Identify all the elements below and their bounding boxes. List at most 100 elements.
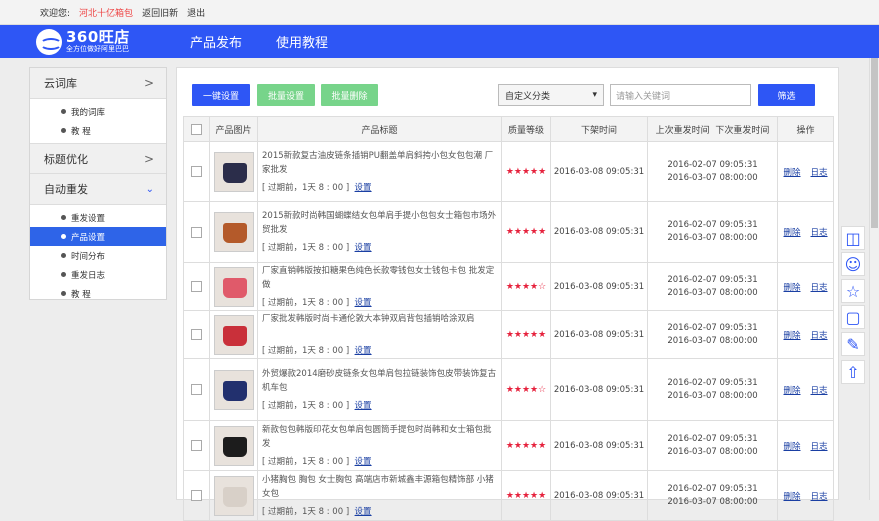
product-image[interactable] — [213, 212, 254, 252]
category-select[interactable]: 自定义分类 ▾ — [498, 84, 604, 106]
search-input[interactable]: 请输入关键词 — [610, 84, 751, 106]
log-link[interactable]: 日志 — [811, 228, 828, 238]
setting-link[interactable]: 设置 — [355, 457, 372, 467]
sidebar-item-repost-settings[interactable]: 重发设置 — [30, 208, 166, 227]
row-checkbox[interactable] — [191, 226, 202, 238]
delete-link[interactable]: 删除 — [784, 492, 801, 502]
top-icon[interactable]: ⇧ — [841, 360, 865, 384]
setting-link[interactable]: 设置 — [355, 298, 372, 308]
product-title[interactable]: 2015新款时尚韩国蝴蝶结女包单肩手提小包包女士箱包市场外贸批发 — [262, 209, 497, 237]
product-image[interactable] — [213, 314, 254, 355]
col-next: 下次重发时间 — [715, 125, 770, 136]
sidebar-section-auto-repost[interactable]: 自动重发 ⌄ — [30, 174, 166, 205]
quality-stars: ★★★★★ — [501, 201, 551, 263]
delete-link[interactable]: 删除 — [784, 168, 801, 178]
bag-shape — [222, 223, 247, 243]
table-row: 小猪胸包 胸包 女士胸包 高端店市新城鑫丰源箱包精饰部 小猪女包 [ 过期前，1天… — [183, 470, 835, 521]
product-title[interactable]: 外贸爆款2014磨砂皮链条女包单肩包拉链装饰包皮带装饰复古机车包 — [262, 367, 497, 395]
product-image[interactable] — [213, 475, 254, 516]
expire-info: [ 过期前，1天 8 : 00 ] — [262, 456, 350, 467]
product-title[interactable]: 新款包包韩版印花女包单肩包圆筒手提包时尚韩和女士箱包批发 — [262, 423, 497, 451]
table-row: 新款包包韩版印花女包单肩包圆筒手提包时尚韩和女士箱包批发 [ 过期前，1天 8 :… — [183, 420, 835, 471]
select-all-checkbox[interactable] — [191, 123, 202, 135]
quality-stars: ★★★★★ — [501, 420, 551, 471]
log-link[interactable]: 日志 — [811, 386, 828, 396]
bag-shape — [222, 380, 247, 401]
user-link[interactable]: 河北十亿箱包 — [79, 6, 133, 19]
offline-time: 2016-03-08 09:05:31 — [550, 201, 648, 263]
sidebar-item-my-words[interactable]: 我的词库 — [30, 102, 166, 121]
table-row: 2015新款时尚韩国蝴蝶结女包单肩手提小包包女士箱包市场外贸批发 [ 过期前，1天… — [183, 201, 835, 263]
chat-icon[interactable]: ◫ — [841, 226, 865, 250]
product-title[interactable]: 小猪胸包 胸包 女士胸包 高端店市新城鑫丰源箱包精饰部 小猪女包 — [262, 473, 497, 501]
log-link[interactable]: 日志 — [811, 442, 828, 452]
pen-icon[interactable]: ✎ — [841, 332, 865, 356]
filter-button[interactable]: 筛选 — [758, 84, 815, 106]
header: 360旺店 全方位做好阿里巴巴 产品发布 使用教程 — [0, 25, 879, 58]
logout-link[interactable]: 退出 — [187, 6, 205, 19]
smiley-icon[interactable]: ☺ — [841, 252, 865, 276]
col-ops: 操作 — [777, 116, 835, 142]
offline-time: 2016-03-08 09:05:31 — [550, 310, 648, 359]
delete-link[interactable]: 删除 — [784, 283, 801, 293]
page-scrollbar[interactable] — [869, 58, 879, 500]
setting-link[interactable]: 设置 — [355, 183, 372, 193]
expire-info: [ 过期前，1天 8 : 00 ] — [262, 345, 350, 356]
setting-link[interactable]: 设置 — [355, 243, 372, 253]
last-repost-time: 2016-02-07 09:05:31 — [667, 483, 758, 494]
row-checkbox[interactable] — [191, 281, 202, 292]
product-title[interactable]: 2015新款复古油皮链条插销PU翻盖单肩斜挎小包女包包潮 厂家批发 — [262, 149, 497, 177]
expire-info: [ 过期前，1天 8 : 00 ] — [262, 506, 350, 517]
col-last: 上次重发时间 — [655, 125, 710, 136]
sidebar-section-cloud-words[interactable]: 云词库 > — [30, 68, 166, 99]
bag-shape — [222, 486, 247, 507]
row-checkbox[interactable] — [191, 384, 202, 395]
sidebar-item-tutorial[interactable]: 教 程 — [30, 121, 166, 140]
caret-down-icon: ▾ — [592, 90, 597, 100]
row-checkbox[interactable] — [191, 166, 202, 177]
row-checkbox[interactable] — [191, 490, 202, 501]
product-image[interactable] — [213, 369, 254, 410]
log-link[interactable]: 日志 — [811, 168, 828, 178]
back-link[interactable]: 返回旧新 — [142, 6, 178, 19]
delete-link[interactable]: 删除 — [784, 386, 801, 396]
log-link[interactable]: 日志 — [811, 331, 828, 341]
nav-product-publish[interactable]: 产品发布 — [190, 32, 242, 51]
sidebar-item-product-settings[interactable]: 产品设置 — [30, 227, 166, 246]
next-repost-time: 2016-03-07 08:00:00 — [667, 446, 758, 457]
product-image[interactable] — [213, 266, 254, 307]
delete-link[interactable]: 删除 — [784, 228, 801, 238]
product-image[interactable] — [213, 425, 254, 466]
setting-link[interactable]: 设置 — [355, 401, 372, 411]
delete-link[interactable]: 删除 — [784, 442, 801, 452]
sidebar-item-time-distribution[interactable]: 时间分布 — [30, 246, 166, 265]
sidebar-item-tutorial-2[interactable]: 教 程 — [30, 284, 166, 303]
last-repost-time: 2016-02-07 09:05:31 — [667, 377, 758, 388]
nav-tutorial[interactable]: 使用教程 — [276, 32, 328, 51]
sidebar-section-title-optimize[interactable]: 标题优化 > — [30, 143, 166, 174]
star-icon[interactable]: ☆ — [841, 279, 865, 303]
setting-link[interactable]: 设置 — [355, 346, 372, 356]
product-title[interactable]: 厂家批发韩版时尚卡通伦敦大本钟双肩背包插销哈涂双肩 — [262, 312, 497, 340]
row-checkbox[interactable] — [191, 440, 202, 451]
col-title: 产品标题 — [257, 116, 502, 142]
sidebar-item-repost-log[interactable]: 重发日志 — [30, 265, 166, 284]
row-checkbox[interactable] — [191, 329, 202, 340]
product-image[interactable] — [213, 151, 254, 192]
welcome-text: 欢迎您: — [40, 8, 71, 19]
product-title[interactable]: 厂家直销韩版按扣糖果色纯色长款零钱包女士钱包卡包 批发定做 — [262, 264, 497, 292]
setting-link[interactable]: 设置 — [355, 507, 372, 517]
batch-delete-button[interactable]: 批量删除 — [321, 84, 378, 106]
log-link[interactable]: 日志 — [811, 283, 828, 293]
quality-stars: ★★★★☆ — [501, 358, 551, 421]
quality-stars: ★★★★★ — [501, 141, 551, 202]
delete-link[interactable]: 删除 — [784, 331, 801, 341]
log-link[interactable]: 日志 — [811, 492, 828, 502]
logo-sub: 全方位做好阿里巴巴 — [66, 45, 129, 53]
logo[interactable]: 360旺店 全方位做好阿里巴巴 — [36, 28, 186, 55]
screen-icon[interactable]: ▢ — [841, 305, 865, 329]
batch-settings-button[interactable]: 批量设置 — [257, 84, 315, 106]
chevron-right-icon: > — [143, 76, 154, 90]
one-click-settings-button[interactable]: 一键设置 — [192, 84, 250, 106]
last-repost-time: 2016-02-07 09:05:31 — [667, 220, 758, 230]
